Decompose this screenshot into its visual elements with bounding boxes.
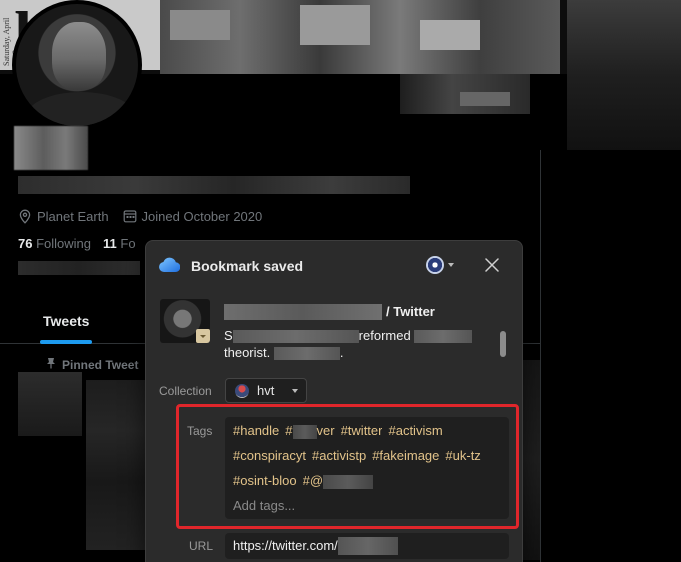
bookmark-popup: Bookmark saved / Twitter Sreformed theor… — [145, 240, 523, 562]
title-redacted — [224, 304, 382, 320]
url-field[interactable]: https://twitter.com/ — [225, 533, 509, 559]
cloud-icon — [158, 256, 181, 279]
bookmark-thumbnail[interactable] — [160, 299, 210, 343]
calendar-icon — [123, 209, 137, 223]
tag-chip-suffix: ver — [316, 423, 335, 438]
close-button[interactable] — [480, 253, 504, 277]
profile-bio-redacted — [18, 176, 410, 194]
bookmark-title-suffix: / Twitter — [386, 304, 435, 319]
tag-chip[interactable]: #activism — [388, 423, 442, 439]
tag-chip[interactable]: #osint-bloo — [233, 473, 297, 489]
sidebar-blurred-image — [567, 0, 681, 150]
account-menu-button[interactable] — [426, 254, 464, 276]
chevron-down-icon — [292, 388, 299, 393]
tab-tweets[interactable]: Tweets — [43, 313, 89, 329]
profile-joined-text: Joined October 2020 — [141, 208, 263, 224]
bookmark-excerpt-line2: theorist. . — [224, 345, 344, 361]
tweet-body-redacted — [520, 360, 540, 560]
bookmark-item: / Twitter Sreformed theorist. . — [160, 299, 510, 361]
profile-joined: Joined October 2020 — [123, 208, 263, 224]
avatar-face — [52, 22, 106, 90]
avatar[interactable] — [12, 0, 142, 130]
profile-meta: Planet Earth Joined October 2020 — [18, 207, 262, 225]
tag-chip[interactable]: # ver — [285, 423, 335, 439]
tag-chip[interactable]: #@ — [302, 473, 374, 489]
collection-value: hvt — [257, 383, 275, 398]
followers-count: 11 — [103, 236, 117, 251]
chevron-down-icon — [200, 334, 206, 338]
tag-chip-prefix: # — [285, 423, 293, 438]
url-redacted — [338, 537, 398, 555]
tweet-body-redacted — [86, 380, 146, 550]
followers-link[interactable]: 11 Fo — [103, 236, 136, 254]
pin-icon — [46, 357, 56, 372]
url-value: https://twitter.com/ — [233, 538, 338, 553]
tags-input[interactable]: #handle # ver #twitter #activism #conspir… — [225, 417, 509, 519]
following-label: Following — [36, 236, 92, 251]
tag-redacted — [292, 424, 317, 439]
excerpt-redacted — [414, 330, 473, 344]
tab-active-indicator — [40, 340, 92, 344]
thumbnail-badge — [196, 329, 210, 343]
tags-list: #handle # ver #twitter #activism #conspir… — [233, 423, 505, 489]
column-divider — [540, 150, 541, 562]
tag-chip-prefix: #@ — [302, 473, 324, 488]
banner-date: Saturday, April 25, 2 — [2, 17, 20, 66]
pinned-tweet-label: Pinned Tweet — [62, 357, 139, 372]
pinned-tweet-header: Pinned Tweet — [46, 357, 138, 372]
collection-icon — [235, 383, 249, 398]
bookmark-excerpt-line1: Sreformed — [224, 328, 473, 344]
banner-pixel-block — [300, 5, 370, 45]
profile-name-redacted — [14, 126, 88, 170]
tag-chip[interactable]: #conspiracyt — [233, 448, 306, 464]
collection-select[interactable]: hvt — [225, 378, 307, 403]
tag-redacted — [323, 474, 374, 489]
follow-stats: 76 Following 11 Fo — [18, 236, 136, 254]
tag-chip[interactable]: #twitter — [341, 423, 383, 439]
popup-scrollbar[interactable] — [500, 331, 506, 357]
popup-title: Bookmark saved — [191, 258, 304, 274]
tags-label: Tags — [187, 424, 213, 438]
following-count: 76 — [18, 236, 33, 251]
excerpt-redacted — [273, 347, 340, 361]
tag-chip[interactable]: #uk-tz — [445, 448, 480, 464]
tweet-avatar-redacted — [18, 372, 82, 436]
url-label: URL — [189, 539, 214, 553]
chevron-down-icon — [448, 263, 454, 267]
tags-placeholder: Add tags... — [233, 498, 296, 513]
banner-pixel-block — [170, 10, 230, 40]
following-link[interactable]: 76 Following — [18, 236, 91, 254]
excerpt-redacted — [232, 330, 359, 344]
excerpt-line2-word: theorist. — [224, 345, 271, 360]
followers-label: Fo — [120, 236, 136, 251]
tag-chip[interactable]: #fakeimage — [372, 448, 439, 464]
account-icon — [426, 256, 444, 274]
location-pin-icon — [18, 209, 32, 224]
avatar-shoulders — [26, 92, 136, 126]
profile-location: Planet Earth — [18, 209, 109, 224]
profile-location-text: Planet Earth — [37, 208, 109, 224]
popup-header: Bookmark saved — [146, 241, 522, 289]
followed-by-redacted — [18, 261, 140, 275]
banner-pixel-block — [460, 92, 510, 106]
excerpt-word: reformed — [358, 328, 411, 343]
bookmark-title[interactable]: / Twitter — [224, 304, 494, 320]
tag-chip[interactable]: #activistp — [312, 448, 366, 464]
banner-pixel-block — [420, 20, 480, 50]
excerpt-lead: S — [224, 328, 233, 343]
close-icon — [485, 258, 499, 272]
excerpt-end: . — [339, 345, 344, 360]
tag-chip[interactable]: #handle — [233, 423, 279, 439]
collection-label: Collection — [159, 384, 212, 398]
